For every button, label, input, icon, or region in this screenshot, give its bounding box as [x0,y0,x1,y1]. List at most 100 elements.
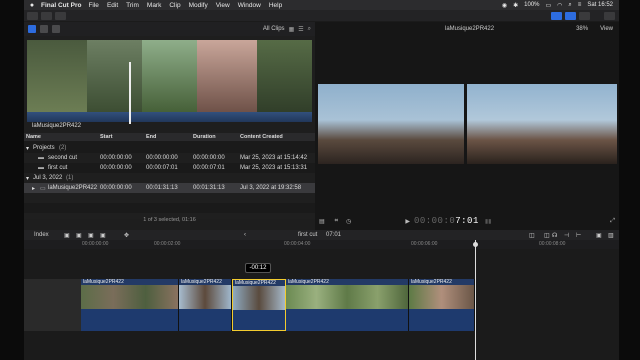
index-button[interactable]: Index [34,232,49,238]
timeline-clip[interactable]: laMusique2PR422 [286,279,409,331]
clip-video-thumbnails [81,285,178,309]
clip-video-thumbnails [233,286,285,310]
fullscreen-icon[interactable]: ⤢ [610,218,615,225]
timeline-clip[interactable]: laMusique2PR422 [81,279,179,331]
view-dropdown[interactable]: View [600,26,613,32]
clip-appearance-icon[interactable]: ◫ [529,232,535,239]
playhead[interactable] [473,240,478,360]
timecode-display[interactable]: 00:00:07:01 [414,216,479,226]
control-center-icon[interactable]: ≡ [578,2,582,8]
skimmer[interactable] [129,62,131,124]
row-created: Mar 25, 2023 at 15:13:31 [240,165,308,171]
clip-filter-dropdown[interactable]: All Clips [263,26,285,32]
menu-clip[interactable]: Clip [169,2,180,9]
connect-icon[interactable]: ▣ [64,232,70,239]
record-icon[interactable]: ◉ [502,2,507,9]
viewer-frame-right[interactable] [467,84,617,164]
wifi-icon[interactable]: ◠ [557,2,562,9]
row-name: Jul 3, 2022 [33,175,63,181]
search-icon[interactable]: ⌕ [308,26,311,33]
row-count: (2) [59,145,67,151]
timeline[interactable]: laMusique2PR422 laMusique2PR422 laMusiqu… [24,249,619,360]
menu-mark[interactable]: Mark [147,2,161,9]
append-icon[interactable]: ▣ [88,232,94,239]
background-tasks-button[interactable] [55,11,66,20]
menu-trim[interactable]: Trim [126,2,139,9]
col-end[interactable]: End [146,134,156,140]
titles-icon[interactable] [52,25,60,33]
col-name[interactable]: Name [26,134,41,140]
row-created: Jul 3, 2022 at 19:32:58 [240,185,302,191]
table-row-selected[interactable]: ▸ ▭ laMusique2PR422 00:00:00:00 00:01:31… [24,183,315,193]
clip-list: Name Start End Duration Content Created … [24,133,315,219]
disclosure-icon[interactable]: ▾ [26,175,29,182]
playhead-handle[interactable] [473,242,478,247]
left-letterbox [0,0,24,360]
snapping-icon[interactable]: ⊢ [576,232,581,239]
overwrite-icon[interactable]: ▣ [100,232,106,239]
col-duration[interactable]: Duration [193,134,216,140]
zoom-slider-icon[interactable]: ◫ [544,232,550,239]
app-menu[interactable]: Final Cut Pro [41,2,81,9]
timeline-index-icon[interactable]: ▣ [596,232,602,239]
effects-icon[interactable]: ▥ [608,232,614,239]
apple-icon[interactable]: ● [27,2,37,9]
ruler-tick: 00:00:00:00 [82,241,109,247]
history-back-icon[interactable]: ‹ [244,232,246,238]
battery-percent: 100% [524,2,540,8]
list-group-date[interactable]: ▾ Jul 3, 2022 (1) [24,173,315,183]
timeline-clip[interactable]: laMusique2PR422 [409,279,475,331]
col-start[interactable]: Start [100,134,113,140]
headphones-icon[interactable]: ☊ [552,232,557,239]
browser-toolbar: All Clips ▦ ☰ ⌕ [24,22,315,36]
menu-modify[interactable]: Modify [189,2,208,9]
table-row[interactable]: ▬ first cut 00:00:00:00 00:00:07:01 00:0… [24,163,315,173]
menu-help[interactable]: Help [269,2,282,9]
primary-storyline-gap [24,279,81,331]
row-duration: 00:00:00:00 [193,155,225,161]
menu-view[interactable]: View [216,2,230,9]
clip-audio [233,310,285,330]
right-letterbox [619,0,640,360]
disclosure-icon[interactable]: ▸ [32,185,35,192]
clip-video-thumbnails [286,285,408,309]
bluetooth-icon[interactable]: ✱ [513,2,518,9]
filmstrip-view-icon[interactable]: ▦ [289,26,295,33]
timeline-clip[interactable]: laMusique2PR422 [179,279,232,331]
display-options-icon[interactable]: ▤ [319,218,325,225]
project-icon: ▬ [38,155,44,161]
speed-icon[interactable]: ◷ [346,218,351,225]
keyword-button[interactable] [41,11,52,20]
inspector-toggle-button[interactable] [579,11,590,20]
timeline-ruler[interactable]: 00:00:00:00 00:00:02:00 00:00:04:00 00:0… [24,240,619,249]
search-icon[interactable]: ⌕ [568,2,571,9]
transform-icon[interactable]: ⌗ [335,218,338,225]
play-icon[interactable]: ▶ [405,218,410,225]
timeline-clip-selected[interactable]: laMusique2PR422 [232,279,286,331]
table-row[interactable]: ▬ second cut 00:00:00:00 00:00:00:00 00:… [24,153,315,163]
list-view-icon[interactable]: ☰ [298,26,303,33]
library-button[interactable] [27,11,38,20]
filmstrip[interactable] [27,40,312,116]
row-name: first cut [48,165,68,171]
zoom-dropdown[interactable]: 38% [576,26,588,32]
battery-icon[interactable]: ▭ [546,2,552,9]
skimming-icon[interactable]: ⊣ [564,232,569,239]
row-duration: 00:01:31:13 [193,185,225,191]
timeline-toggle-button[interactable] [565,11,576,20]
list-group-projects[interactable]: ▾ Projects (2) [24,143,315,153]
share-button[interactable] [604,11,615,20]
libraries-icon[interactable] [28,25,36,33]
disclosure-icon[interactable]: ▾ [26,145,29,152]
browser-toggle-button[interactable] [551,11,562,20]
photos-icon[interactable] [40,25,48,33]
viewer-frame-left[interactable] [318,84,464,164]
insert-icon[interactable]: ▣ [76,232,82,239]
menu-window[interactable]: Window [238,2,261,9]
select-tool-icon[interactable]: ✥ [124,232,129,239]
row-duration: 00:00:07:01 [193,165,225,171]
filmstrip-frame [87,40,142,116]
menu-edit[interactable]: Edit [107,2,118,9]
menu-file[interactable]: File [88,2,98,9]
col-content-created[interactable]: Content Created [240,134,283,140]
